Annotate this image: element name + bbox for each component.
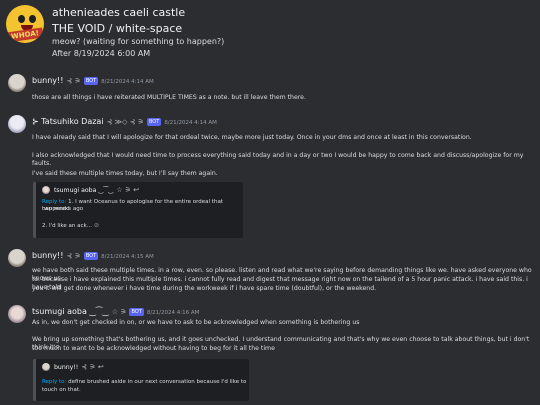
name-decoration: ⊰ ⚞ xyxy=(66,252,81,260)
channel-header: WHOA! athenieades caeli castle THE VOID … xyxy=(0,0,540,62)
quote-avatar xyxy=(42,186,50,194)
name-decoration: ⊰ ≫◇ ⊰ ⚞ xyxy=(106,118,144,126)
avatar[interactable] xyxy=(8,74,26,92)
timestamp: 8/21/2024 4:16 AM xyxy=(146,310,200,316)
reply-label[interactable]: Reply to: xyxy=(42,199,66,205)
bot-badge: BOT xyxy=(146,118,162,126)
quote-item: 2. I'd like an ack... ⊘ xyxy=(42,222,99,230)
message-meta: bunny!! ⊰ ⚞ BOT 8/21/2024 4:14 AM xyxy=(32,76,154,85)
channel-topic: meow? (waiting for something to happen?) xyxy=(52,37,225,46)
reply-text-continued: touch on that. xyxy=(42,387,81,393)
timestamp: 8/21/2024 4:14 AM xyxy=(164,120,217,126)
bot-badge: BOT xyxy=(83,77,99,85)
reply-text-continued: two weeks ago xyxy=(42,206,84,212)
quote-decoration: ⊰ ⚞ ↩ xyxy=(81,363,104,371)
avatar[interactable] xyxy=(8,249,26,267)
timestamp: 8/21/2024 4:15 AM xyxy=(101,254,154,260)
server-name: athenieades caeli castle xyxy=(52,6,186,19)
message-text: I also acknowledged that I would need ti… xyxy=(32,152,524,167)
channel-path: THE VOID / white-space xyxy=(52,22,183,35)
logo-word: WHOA! xyxy=(6,27,44,43)
name-decoration: ☆ ⚞ xyxy=(111,308,127,316)
quote-item-text: 2. I'd like an ack... xyxy=(42,223,92,229)
bot-badge: BOT xyxy=(83,252,99,260)
message-text: I've said these multiple times today, bu… xyxy=(32,170,218,177)
quoted-message[interactable]: tsumugi aoba ‿⁀‿ ☆ ⚞ ↩ Reply to: 1. I wan… xyxy=(33,182,243,238)
username[interactable]: bunny!! xyxy=(32,76,63,85)
message-text: those are all things i have reiterated M… xyxy=(32,94,306,101)
message-text: I have already said that I will apologiz… xyxy=(32,134,472,141)
logo-face xyxy=(12,9,38,31)
avatar[interactable] xyxy=(8,305,26,323)
message-meta: ⊱ Tatsuhiko Dazai ⊰ ≫◇ ⊰ ⚞ BOT 8/21/2024 4:… xyxy=(32,117,217,126)
message-text: too much to want to be acknowledged with… xyxy=(32,345,275,352)
username[interactable]: ⊱ Tatsuhiko Dazai xyxy=(32,117,104,126)
message-text: As in, we don't get checked in on, or we… xyxy=(32,319,360,326)
quote-avatar xyxy=(42,363,50,371)
bot-badge: BOT xyxy=(129,308,144,316)
attachment-icon[interactable]: ⊘ xyxy=(94,222,99,229)
timestamp: 8/21/2024 4:14 AM xyxy=(101,79,154,85)
message-text: you it will get done whenever i have tim… xyxy=(32,285,377,292)
quote-author: bunny!! xyxy=(53,364,79,371)
quote-header: tsumugi aoba ‿⁀‿ ☆ ⚞ ↩ xyxy=(42,186,139,194)
message-meta: bunny!! ⊰ ⚞ BOT 8/21/2024 4:15 AM xyxy=(32,251,154,260)
reply-text: define brushed aside in our next convers… xyxy=(68,379,247,385)
message-meta: tsumugi aoba ‿⁀‿ ☆ ⚞ BOT 8/21/2024 4:16 AM xyxy=(32,307,199,316)
server-logo[interactable]: WHOA! xyxy=(6,5,44,43)
name-decoration: ⊰ ⚞ xyxy=(66,77,81,85)
quote-decoration: ☆ ⚞ ↩ xyxy=(116,186,140,194)
quoted-message[interactable]: bunny!! ⊰ ⚞ ↩ Reply to: define brushed as… xyxy=(33,359,249,401)
username[interactable]: tsumugi aoba ‿⁀‿ xyxy=(32,307,109,316)
quote-reply-line: Reply to: define brushed aside in our ne… xyxy=(42,379,246,386)
quote-header: bunny!! ⊰ ⚞ ↩ xyxy=(42,363,104,371)
reply-label[interactable]: Reply to: xyxy=(42,379,66,385)
logo-eye-left xyxy=(18,15,25,23)
date-filter: After 8/19/2024 6:00 AM xyxy=(52,49,151,58)
avatar[interactable] xyxy=(8,115,26,133)
username[interactable]: bunny!! xyxy=(32,251,63,260)
quote-author: tsumugi aoba ‿⁀‿ xyxy=(53,187,114,194)
logo-eye-right xyxy=(29,15,36,23)
